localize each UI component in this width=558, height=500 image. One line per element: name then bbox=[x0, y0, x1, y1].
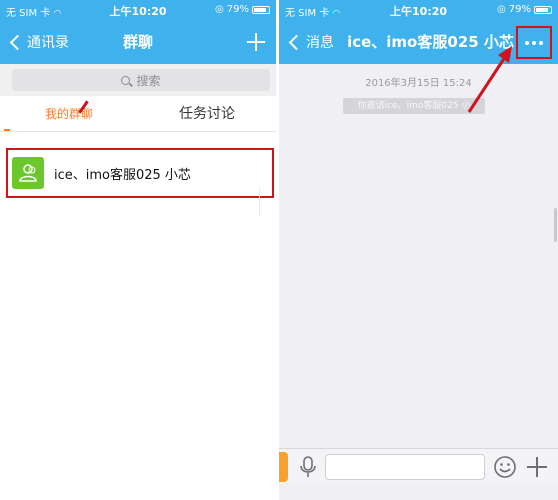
emoji-glyph bbox=[494, 456, 516, 478]
back-label: 通讯录 bbox=[27, 35, 69, 51]
add-icon[interactable] bbox=[525, 455, 549, 479]
battery-icon bbox=[534, 5, 552, 14]
scroll-indicator bbox=[554, 208, 557, 242]
dot bbox=[525, 40, 529, 45]
status-bar: 无 SIM 卡 ◠ 上午10:20 ◎ 79% bbox=[0, 0, 276, 20]
back-button[interactable]: 通讯录 bbox=[8, 20, 69, 64]
nav-bar: 消息 ice、imo客服025 小芯 bbox=[279, 20, 558, 64]
more-dots-icon[interactable] bbox=[516, 26, 552, 59]
battery-percent: 79% bbox=[226, 4, 249, 15]
search-input[interactable]: 搜索 bbox=[12, 69, 270, 91]
status-right: ◎ 79% bbox=[215, 4, 270, 15]
dot bbox=[532, 40, 536, 45]
status-bar: 无 SIM 卡 ◠ 上午10:20 ◎ 79% bbox=[279, 0, 558, 20]
side-drawer-tab[interactable] bbox=[279, 452, 288, 482]
group-avatar-icon bbox=[12, 157, 44, 189]
search-placeholder: 搜索 bbox=[136, 73, 161, 88]
lock-rotation-icon: ◎ bbox=[497, 4, 506, 15]
back-label: 消息 bbox=[306, 35, 334, 51]
tab-task-discussion[interactable]: 任务讨论 bbox=[138, 96, 276, 132]
emoji-icon[interactable] bbox=[493, 455, 517, 479]
nav-bar: 通讯录 群聊 bbox=[0, 20, 276, 64]
chat-timestamp: 2016年3月15日 15:24 bbox=[365, 78, 472, 89]
battery-icon bbox=[252, 5, 270, 14]
row-divider bbox=[259, 188, 260, 216]
back-chevron-icon bbox=[9, 34, 26, 50]
microphone-icon[interactable] bbox=[299, 455, 317, 479]
group-list-item[interactable]: ice、imo客服025 小芯 bbox=[6, 148, 274, 198]
input-bar bbox=[279, 448, 558, 484]
group-avatar-glyph bbox=[19, 164, 37, 182]
chat-screen: 无 SIM 卡 ◠ 上午10:20 ◎ 79% 消息 ice、imo客服025 … bbox=[279, 0, 558, 500]
dot bbox=[539, 40, 543, 45]
lock-rotation-icon: ◎ bbox=[215, 4, 224, 15]
back-button[interactable]: 消息 bbox=[287, 20, 334, 64]
group-name: ice、imo客服025 小芯 bbox=[54, 167, 191, 183]
tab-my-groups[interactable]: 我的群聊 bbox=[0, 96, 138, 132]
message-input[interactable] bbox=[325, 454, 485, 480]
system-notice: 你邀请ice、imo客服025 小 bbox=[343, 98, 485, 114]
search-area: 搜索 bbox=[0, 64, 276, 96]
tab-active-indicator bbox=[4, 129, 10, 131]
group-list-screen: 无 SIM 卡 ◠ 上午10:20 ◎ 79% 通讯录 群聊 搜索 我的群聊 任… bbox=[0, 0, 276, 500]
back-chevron-icon bbox=[288, 34, 305, 50]
battery-percent: 79% bbox=[508, 4, 531, 15]
plus-icon[interactable] bbox=[244, 30, 268, 54]
tab-bar: 我的群聊 任务讨论 bbox=[0, 96, 276, 132]
microphone-glyph bbox=[300, 456, 316, 477]
search-icon bbox=[121, 75, 131, 85]
status-right: ◎ 79% bbox=[497, 4, 552, 15]
